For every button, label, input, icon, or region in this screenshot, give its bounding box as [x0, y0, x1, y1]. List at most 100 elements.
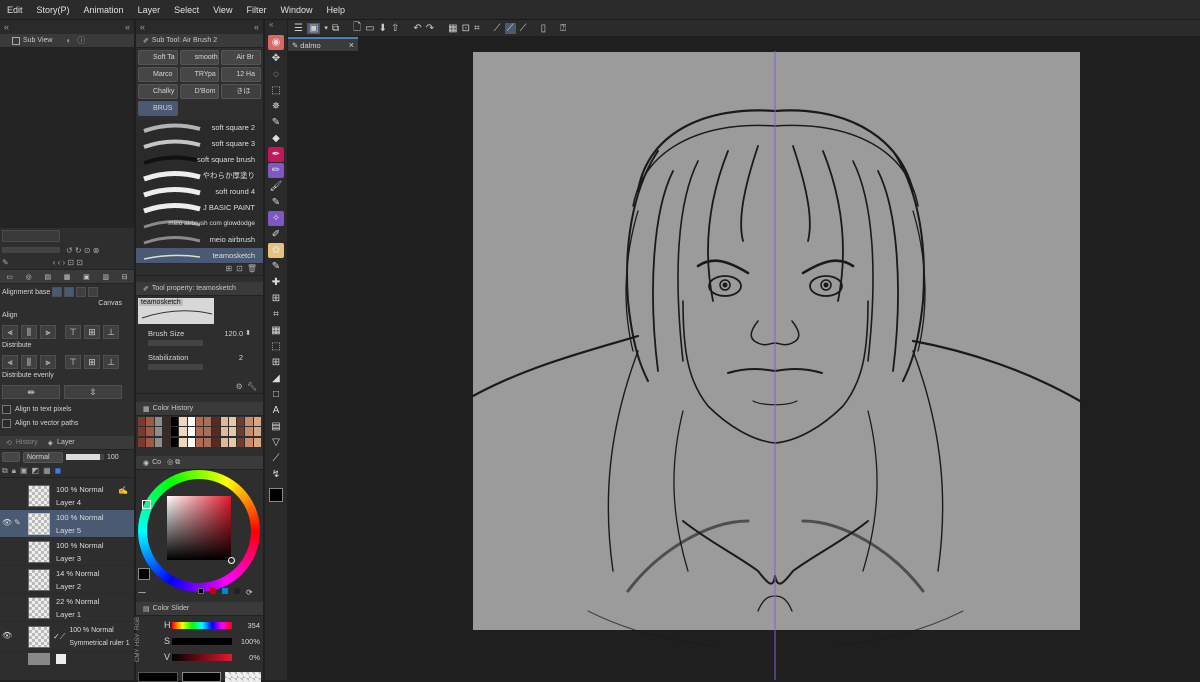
distribute-evenly-v-icon[interactable]: ⇳: [64, 385, 122, 399]
mode-rgb[interactable]: RGB: [134, 617, 150, 630]
rect-icon[interactable]: □: [268, 387, 284, 402]
color-history-swatch[interactable]: [146, 427, 154, 437]
menu-select[interactable]: Select: [167, 0, 206, 20]
tab-history-icon[interactable]: ⟲: [2, 439, 16, 447]
fill-icon[interactable]: ▦: [448, 23, 457, 34]
menu-filter[interactable]: Filter: [239, 0, 273, 20]
color-history-swatch[interactable]: [237, 437, 245, 447]
layer-row[interactable]: 22 % Normal Layer 1: [0, 594, 134, 622]
eyedropper-icon[interactable]: ✎: [2, 258, 9, 267]
visibility-eye-icon[interactable]: 👁︎: [2, 631, 12, 640]
color-history-swatch[interactable]: [179, 417, 187, 426]
collapse-icon-2[interactable]: «: [254, 22, 259, 32]
swatch-black[interactable]: [198, 588, 204, 594]
eyedropper-icon[interactable]: ✎: [268, 115, 284, 130]
add-brush-icon[interactable]: ⊞: [225, 264, 232, 275]
arrow-icon[interactable]: ↯: [268, 467, 284, 482]
canvas-tab-close-icon[interactable]: ×: [349, 40, 354, 50]
redo-icon[interactable]: ↷: [426, 23, 434, 34]
menu-view[interactable]: View: [206, 0, 239, 20]
color-history-swatch[interactable]: [220, 427, 228, 437]
color-history-swatch[interactable]: [171, 417, 179, 426]
text-icon[interactable]: ▦: [268, 323, 284, 338]
sv-square[interactable]: [167, 496, 231, 560]
snap-special-icon[interactable]: ⟋: [504, 22, 516, 34]
s-value[interactable]: 100: [241, 637, 254, 646]
subtool-tab[interactable]: Soft Ta: [138, 50, 178, 65]
transparent-bar[interactable]: [225, 672, 261, 682]
align-text-row[interactable]: Align to text pixels: [2, 402, 132, 416]
layer-row[interactable]: 14 % Normal Layer 2: [0, 566, 134, 594]
quick-access-icon[interactable]: ▣: [306, 22, 321, 34]
ruler-icon[interactable]: ▦: [43, 466, 51, 475]
subtool-tab[interactable]: Chalky: [138, 84, 178, 99]
menu-hamburger-icon[interactable]: ☰: [294, 23, 303, 34]
color-history-swatch[interactable]: [212, 437, 220, 447]
align-top-icon[interactable]: ⊤: [65, 325, 81, 339]
menu-story[interactable]: Story(P): [30, 0, 77, 20]
shape-icon[interactable]: ◢: [268, 371, 284, 386]
color-history-swatch[interactable]: [228, 417, 237, 426]
balloon-icon[interactable]: ⬚: [268, 339, 284, 354]
distribute-top-icon[interactable]: ⊤: [65, 355, 81, 369]
sel-icon[interactable]: ⟋: [268, 451, 284, 466]
pencil-icon[interactable]: ✏: [268, 163, 284, 178]
open-file-icon[interactable]: ▭: [365, 23, 374, 34]
layer-row[interactable]: 👁︎ ✓⟋ 100 % Normal Symmetrical ruler 1: [0, 622, 134, 652]
eraser-icon[interactable]: ✐: [268, 227, 284, 242]
swatch-red[interactable]: [210, 588, 216, 594]
brush-item[interactable]: soft square 3: [136, 136, 263, 152]
color-history-swatch[interactable]: [195, 437, 204, 447]
color-history-swatch[interactable]: [195, 417, 204, 426]
tab-icon-1[interactable]: ▭: [6, 273, 13, 281]
align-base-grid-icon[interactable]: [88, 287, 99, 297]
tab-icon-3[interactable]: ▤: [44, 273, 51, 281]
color-history-swatch[interactable]: [195, 427, 204, 437]
lock-icon[interactable]: 🔒︎: [12, 466, 16, 476]
color-history-swatch[interactable]: [204, 427, 212, 437]
layer-row-selected[interactable]: 👁︎ ✎ 100 % Normal Layer 5: [0, 510, 134, 538]
transparent-swatch-icon[interactable]: ⁓: [138, 588, 146, 597]
color-history-swatch[interactable]: [154, 417, 162, 426]
color-history-swatch[interactable]: [138, 427, 146, 437]
color-history-swatch[interactable]: [162, 437, 171, 447]
wrench-icon[interactable]: 🔧︎: [247, 382, 257, 393]
h-value[interactable]: 354: [247, 621, 260, 630]
stabilization-slider[interactable]: [148, 364, 203, 370]
color-mode-tabs[interactable]: RGB HSV CMY: [135, 617, 146, 666]
color-history-swatch[interactable]: [253, 417, 261, 426]
brush-size-value[interactable]: 120.0: [224, 329, 243, 338]
stabilization-value[interactable]: 2: [239, 353, 243, 362]
align-base-selection-icon[interactable]: [52, 287, 63, 297]
color-history-swatch[interactable]: [187, 437, 195, 447]
snap-grid-icon[interactable]: ⟋: [520, 23, 527, 34]
canvas-paper[interactable]: [473, 52, 1080, 630]
navigator-icon[interactable]: ◐: [66, 36, 71, 45]
distribute-vcenter-icon[interactable]: ⊞: [84, 355, 100, 369]
new-file-icon[interactable]: 🗋︎: [353, 20, 361, 37]
color-history-swatch[interactable]: [154, 437, 162, 447]
mask-icon[interactable]: ◩: [32, 466, 40, 475]
swatch-blue[interactable]: [222, 588, 228, 594]
color-history-swatch[interactable]: [212, 417, 220, 426]
subtool-tab[interactable]: 12 Ha: [221, 67, 261, 82]
clip-icon[interactable]: ⧉: [2, 466, 8, 476]
rotate-icon[interactable]: ↺ ↻ ⊙ ⊗: [66, 246, 99, 255]
copy-brush-icon[interactable]: ⊡: [236, 264, 243, 275]
color-history-swatch[interactable]: [187, 417, 195, 426]
mode-cmy[interactable]: CMY: [134, 649, 150, 662]
color-history-swatch[interactable]: [245, 427, 253, 437]
color-history-swatch[interactable]: [253, 427, 261, 437]
device-icon[interactable]: ▯: [541, 23, 547, 34]
save-icon[interactable]: ⬇: [379, 23, 387, 34]
subtool-tab[interactable]: smooth: [179, 50, 220, 65]
color-history-swatch[interactable]: [204, 417, 212, 426]
subtool-tab[interactable]: TRYpa: [179, 67, 220, 82]
pen-icon[interactable]: ✒: [268, 147, 284, 162]
brush-item[interactable]: soft round 4: [136, 184, 263, 200]
layer-color-mode[interactable]: [2, 452, 20, 462]
color-history-swatch[interactable]: [220, 437, 228, 447]
brush-icon[interactable]: 🖌︎: [268, 179, 284, 194]
crop-icon[interactable]: ⌗: [474, 23, 480, 34]
menu-animation[interactable]: Animation: [77, 0, 131, 20]
